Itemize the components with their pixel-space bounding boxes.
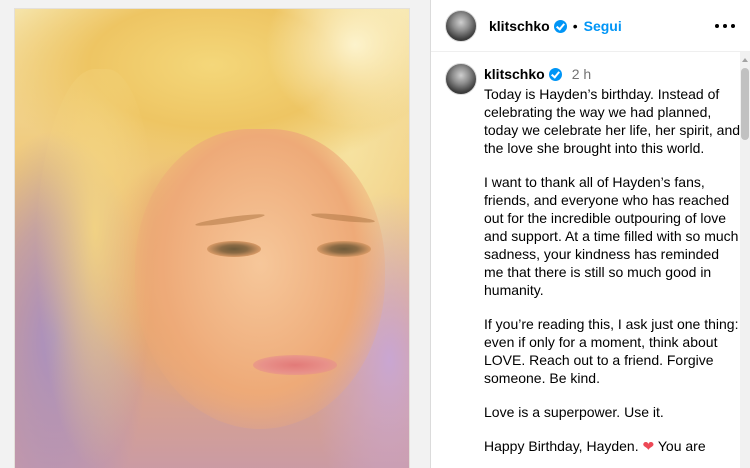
author-username[interactable]: klitschko [489,18,550,34]
more-dot [723,24,727,28]
photo-lips [253,355,337,375]
scrollbar-thumb[interactable] [741,68,749,140]
post-viewer: klitschko • Segui klitschko 2 h Today is… [0,0,750,468]
header-separator: • [572,17,578,34]
post-header: klitschko • Segui [431,0,750,52]
caption-paragraph-last: Happy Birthday, Hayden. ❤ You are [484,437,742,455]
post-timestamp[interactable]: 2 h [572,66,591,82]
more-dot [715,24,719,28]
caption-header: klitschko 2 h [484,65,742,82]
photo-eye-right [317,241,371,257]
caption-avatar-wrap [445,63,477,95]
author-avatar[interactable] [445,9,477,42]
photo-eye-left [207,241,261,257]
more-dot [731,24,735,28]
post-comments-area: klitschko 2 h Today is Hayden’s birthday… [431,53,750,468]
verified-badge-icon [553,20,567,33]
post-side-panel: klitschko • Segui klitschko 2 h Today is… [430,0,750,468]
caption-text-fragment: You are [657,438,706,454]
post-photo[interactable] [14,8,410,468]
caption-author-avatar[interactable] [445,63,477,95]
caption-block: klitschko 2 h Today is Hayden’s birthday… [484,65,742,455]
caption-paragraph: Today is Hayden’s birthday. Instead of c… [484,86,741,156]
photo-light-flare [265,9,409,129]
caption-paragraph: I want to thank all of Hayden’s fans, fr… [484,174,739,298]
scroll-up-arrow-icon[interactable] [742,58,748,62]
caption-text-fragment: Happy Birthday, Hayden. [484,438,639,454]
more-options-icon[interactable] [715,16,735,36]
caption-paragraph: Love is a superpower. Use it. [484,404,664,420]
red-heart-emoji-icon: ❤ [642,438,655,454]
follow-button[interactable]: Segui [584,18,622,34]
caption-text: Today is Hayden’s birthday. Instead of c… [484,85,742,455]
caption-author-username[interactable]: klitschko [484,66,545,82]
verified-badge-icon [548,68,562,81]
caption-paragraph: If you’re reading this, I ask just one t… [484,316,739,386]
post-media-panel [0,0,430,468]
photo-face [135,129,385,429]
